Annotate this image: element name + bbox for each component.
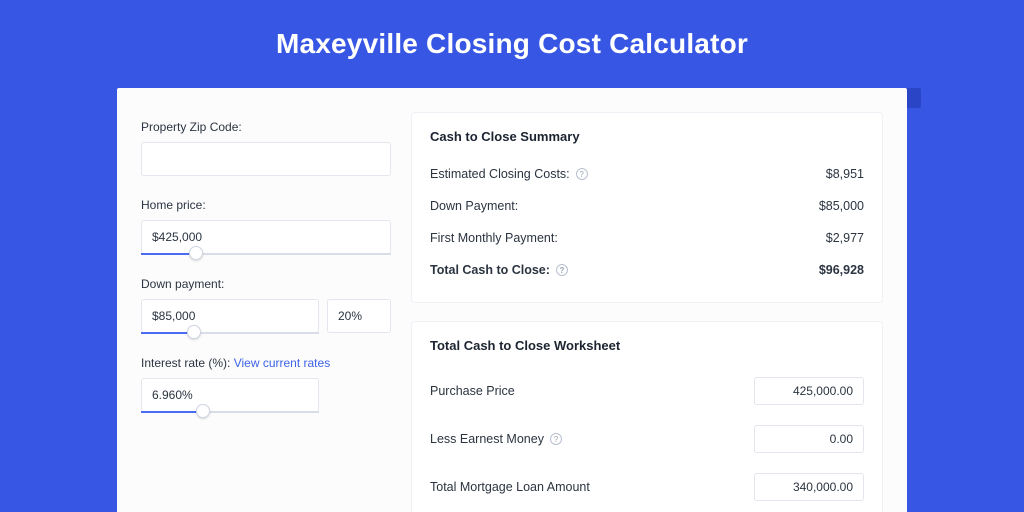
- worksheet-title: Total Cash to Close Worksheet: [430, 338, 864, 353]
- home-price-slider-thumb[interactable]: [189, 246, 203, 260]
- summary-label-text: Total Cash to Close:: [430, 263, 550, 277]
- worksheet-panel: Total Cash to Close Worksheet Purchase P…: [411, 321, 883, 512]
- zip-group: Property Zip Code:: [141, 120, 391, 176]
- interest-input[interactable]: [141, 378, 319, 412]
- view-rates-link[interactable]: View current rates: [234, 356, 331, 370]
- down-payment-slider-wrap: [141, 299, 391, 334]
- help-icon[interactable]: ?: [550, 433, 562, 445]
- summary-lines: Estimated Closing Costs:? $8,951 Down Paym…: [430, 158, 864, 286]
- worksheet-value-input[interactable]: [754, 377, 864, 405]
- summary-line-label: First Monthly Payment:: [430, 231, 558, 245]
- inputs-column: Property Zip Code: Home price: Down paym…: [141, 112, 391, 512]
- summary-panel: Cash to Close Summary Estimated Closing …: [411, 112, 883, 303]
- worksheet-row-label: Purchase Price: [430, 384, 515, 398]
- help-icon[interactable]: ?: [576, 168, 588, 180]
- interest-slider-wrap: [141, 378, 319, 413]
- worksheet-row: Total Mortgage Loan Amount: [430, 463, 864, 511]
- calculator-stage: Property Zip Code: Home price: Down paym…: [117, 88, 907, 512]
- interest-label: Interest rate (%): View current rates: [141, 356, 391, 370]
- worksheet-rows: Purchase Price Less Earnest Money? Total M…: [430, 367, 864, 512]
- summary-line-value: $8,951: [826, 167, 864, 181]
- summary-label-text: First Monthly Payment:: [430, 231, 558, 245]
- worksheet-label-text: Purchase Price: [430, 384, 515, 398]
- summary-label-text: Estimated Closing Costs:: [430, 167, 570, 181]
- interest-slider[interactable]: [141, 411, 319, 413]
- summary-line-value: $85,000: [819, 199, 864, 213]
- worksheet-value-input[interactable]: [754, 425, 864, 453]
- page-title: Maxeyville Closing Cost Calculator: [0, 0, 1024, 78]
- summary-line-label: Estimated Closing Costs:?: [430, 167, 588, 181]
- interest-slider-thumb[interactable]: [196, 404, 210, 418]
- worksheet-value-input[interactable]: [754, 473, 864, 501]
- calculator-card: Property Zip Code: Home price: Down paym…: [117, 88, 907, 512]
- worksheet-row-label: Less Earnest Money?: [430, 432, 562, 446]
- summary-title: Cash to Close Summary: [430, 129, 864, 144]
- down-payment-label: Down payment:: [141, 277, 391, 291]
- worksheet-row: Purchase Price: [430, 367, 864, 415]
- home-price-slider[interactable]: [141, 253, 391, 255]
- interest-label-text: Interest rate (%):: [141, 356, 234, 370]
- interest-slider-fill: [141, 411, 203, 413]
- home-price-group: Home price:: [141, 198, 391, 255]
- interest-group: Interest rate (%): View current rates: [141, 356, 391, 413]
- summary-line: Total Cash to Close:? $96,928: [430, 254, 864, 286]
- summary-line: First Monthly Payment: $2,977: [430, 222, 864, 254]
- worksheet-row-label: Total Mortgage Loan Amount: [430, 480, 590, 494]
- down-payment-pct-input[interactable]: [327, 299, 391, 333]
- zip-label: Property Zip Code:: [141, 120, 391, 134]
- summary-line-label: Total Cash to Close:?: [430, 263, 568, 277]
- summary-line-value: $96,928: [819, 263, 864, 277]
- down-payment-input[interactable]: [141, 299, 319, 333]
- summary-label-text: Down Payment:: [430, 199, 518, 213]
- zip-input[interactable]: [141, 142, 391, 176]
- down-payment-group: Down payment:: [141, 277, 391, 334]
- results-column: Cash to Close Summary Estimated Closing …: [411, 112, 883, 512]
- worksheet-row: Less Earnest Money?: [430, 415, 864, 463]
- home-price-slider-fill: [141, 253, 196, 255]
- down-payment-row: [141, 299, 391, 333]
- down-payment-slider[interactable]: [141, 332, 319, 334]
- down-payment-slider-thumb[interactable]: [187, 325, 201, 339]
- home-price-input[interactable]: [141, 220, 391, 254]
- worksheet-label-text: Less Earnest Money: [430, 432, 544, 446]
- summary-line-value: $2,977: [826, 231, 864, 245]
- home-price-slider-wrap: [141, 220, 391, 255]
- home-price-label: Home price:: [141, 198, 391, 212]
- summary-line-label: Down Payment:: [430, 199, 518, 213]
- help-icon[interactable]: ?: [556, 264, 568, 276]
- summary-line: Estimated Closing Costs:? $8,951: [430, 158, 864, 190]
- worksheet-label-text: Total Mortgage Loan Amount: [430, 480, 590, 494]
- summary-line: Down Payment: $85,000: [430, 190, 864, 222]
- down-payment-slider-fill: [141, 332, 194, 334]
